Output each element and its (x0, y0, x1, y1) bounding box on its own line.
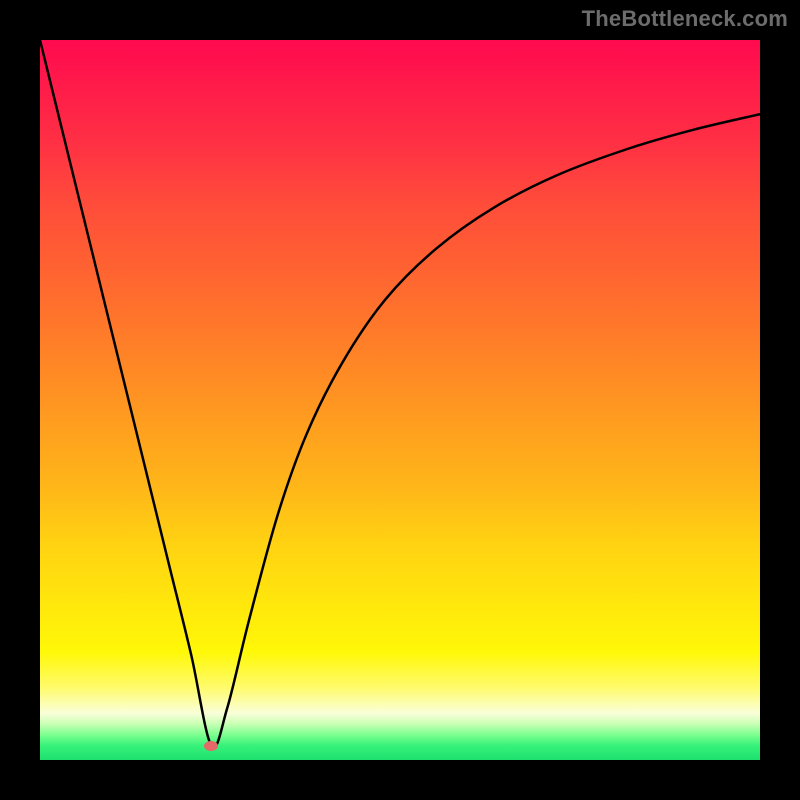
chart-frame: TheBottleneck.com (0, 0, 800, 800)
chart-minimum-marker (204, 741, 218, 751)
watermark-text: TheBottleneck.com (582, 6, 788, 32)
plot-area (40, 40, 760, 760)
chart-curve (40, 40, 760, 760)
